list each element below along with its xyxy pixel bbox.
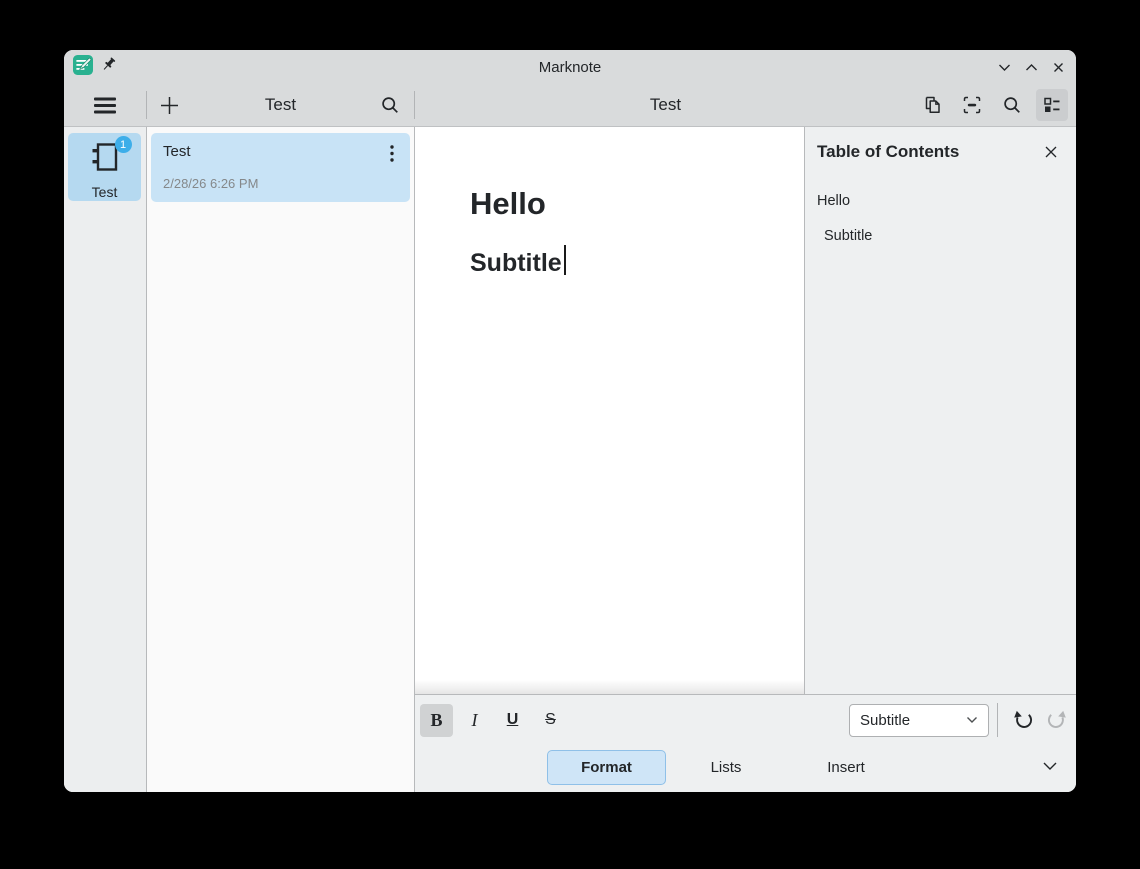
- note-list: Test 2/28/26 6:26 PM: [147, 127, 414, 792]
- notebook-label: Test: [92, 184, 118, 200]
- hamburger-menu-button[interactable]: [89, 89, 121, 121]
- tab-lists[interactable]: Lists: [666, 750, 786, 785]
- note-timestamp: 2/28/26 6:26 PM: [163, 176, 398, 191]
- close-button[interactable]: [1050, 59, 1066, 75]
- tab-insert[interactable]: Insert: [786, 750, 906, 785]
- redo-icon: [1046, 709, 1068, 731]
- search-icon: [1002, 95, 1022, 115]
- toc-toggle-button[interactable]: [1036, 89, 1068, 121]
- add-note-button[interactable]: [153, 89, 185, 121]
- bold-button[interactable]: B: [420, 704, 453, 737]
- marknote-window: Marknote: [64, 50, 1076, 792]
- notebook-note-count-badge: 1: [115, 136, 132, 153]
- kebab-menu-icon: [390, 145, 394, 162]
- editor-heading-1: Hello: [470, 183, 804, 225]
- table-of-contents-icon: [1042, 95, 1062, 115]
- hamburger-menu-icon: [94, 97, 116, 114]
- underline-button[interactable]: U: [496, 704, 529, 737]
- note-list-item[interactable]: Test 2/28/26 6:26 PM: [151, 133, 410, 202]
- toc-title: Table of Contents: [817, 142, 959, 162]
- note-editor[interactable]: Hello Subtitle: [415, 127, 804, 694]
- paragraph-style-dropdown[interactable]: Subtitle: [849, 704, 989, 737]
- notebook-item-test[interactable]: 1 Test: [68, 133, 141, 201]
- search-notes-button[interactable]: [374, 89, 406, 121]
- strikethrough-button[interactable]: S: [534, 704, 567, 737]
- chevron-down-icon: [1042, 761, 1058, 771]
- editor-heading-2: Subtitle: [470, 245, 804, 281]
- plus-icon: [160, 96, 179, 115]
- redo-button[interactable]: [1040, 703, 1074, 737]
- editor-note-title: Test: [650, 95, 681, 114]
- toc-entry-subtitle[interactable]: Subtitle: [817, 218, 1062, 253]
- toolbar-tabs: Format Lists Insert: [547, 749, 906, 785]
- search-icon: [380, 95, 400, 115]
- toc-close-button[interactable]: [1040, 141, 1062, 163]
- focus-mode-button[interactable]: [956, 89, 988, 121]
- focus-mode-icon: [962, 95, 982, 115]
- pin-icon[interactable]: [101, 57, 116, 77]
- minimize-button[interactable]: [996, 59, 1012, 75]
- table-of-contents-panel: Table of Contents Hello Subtitle: [805, 127, 1076, 694]
- marknote-app-icon: [73, 55, 93, 80]
- copy-note-button[interactable]: [916, 89, 948, 121]
- note-options-button[interactable]: [380, 141, 404, 165]
- italic-button[interactable]: I: [458, 704, 491, 737]
- undo-icon: [1012, 709, 1034, 731]
- toc-entry-hello[interactable]: Hello: [817, 183, 1062, 218]
- search-in-note-button[interactable]: [996, 89, 1028, 121]
- paragraph-style-value: Subtitle: [860, 712, 910, 729]
- window-title: Marknote: [64, 59, 1076, 76]
- main-toolbar: Test Test: [64, 84, 1076, 127]
- copy-pages-icon: [922, 95, 942, 115]
- toolbar-separator: [997, 703, 998, 737]
- formatting-toolbar: B I U S Subtitle: [415, 695, 1076, 792]
- note-title: Test: [163, 143, 398, 160]
- tab-format[interactable]: Format: [547, 750, 666, 785]
- text-cursor: [564, 245, 566, 275]
- notebooks-sidebar: 1 Test: [64, 127, 146, 792]
- maximize-button[interactable]: [1023, 59, 1039, 75]
- close-icon: [1044, 145, 1058, 159]
- undo-button[interactable]: [1006, 703, 1040, 737]
- chevron-down-icon: [966, 716, 978, 724]
- collapse-toolbar-button[interactable]: [1037, 753, 1063, 779]
- titlebar[interactable]: Marknote: [64, 50, 1076, 84]
